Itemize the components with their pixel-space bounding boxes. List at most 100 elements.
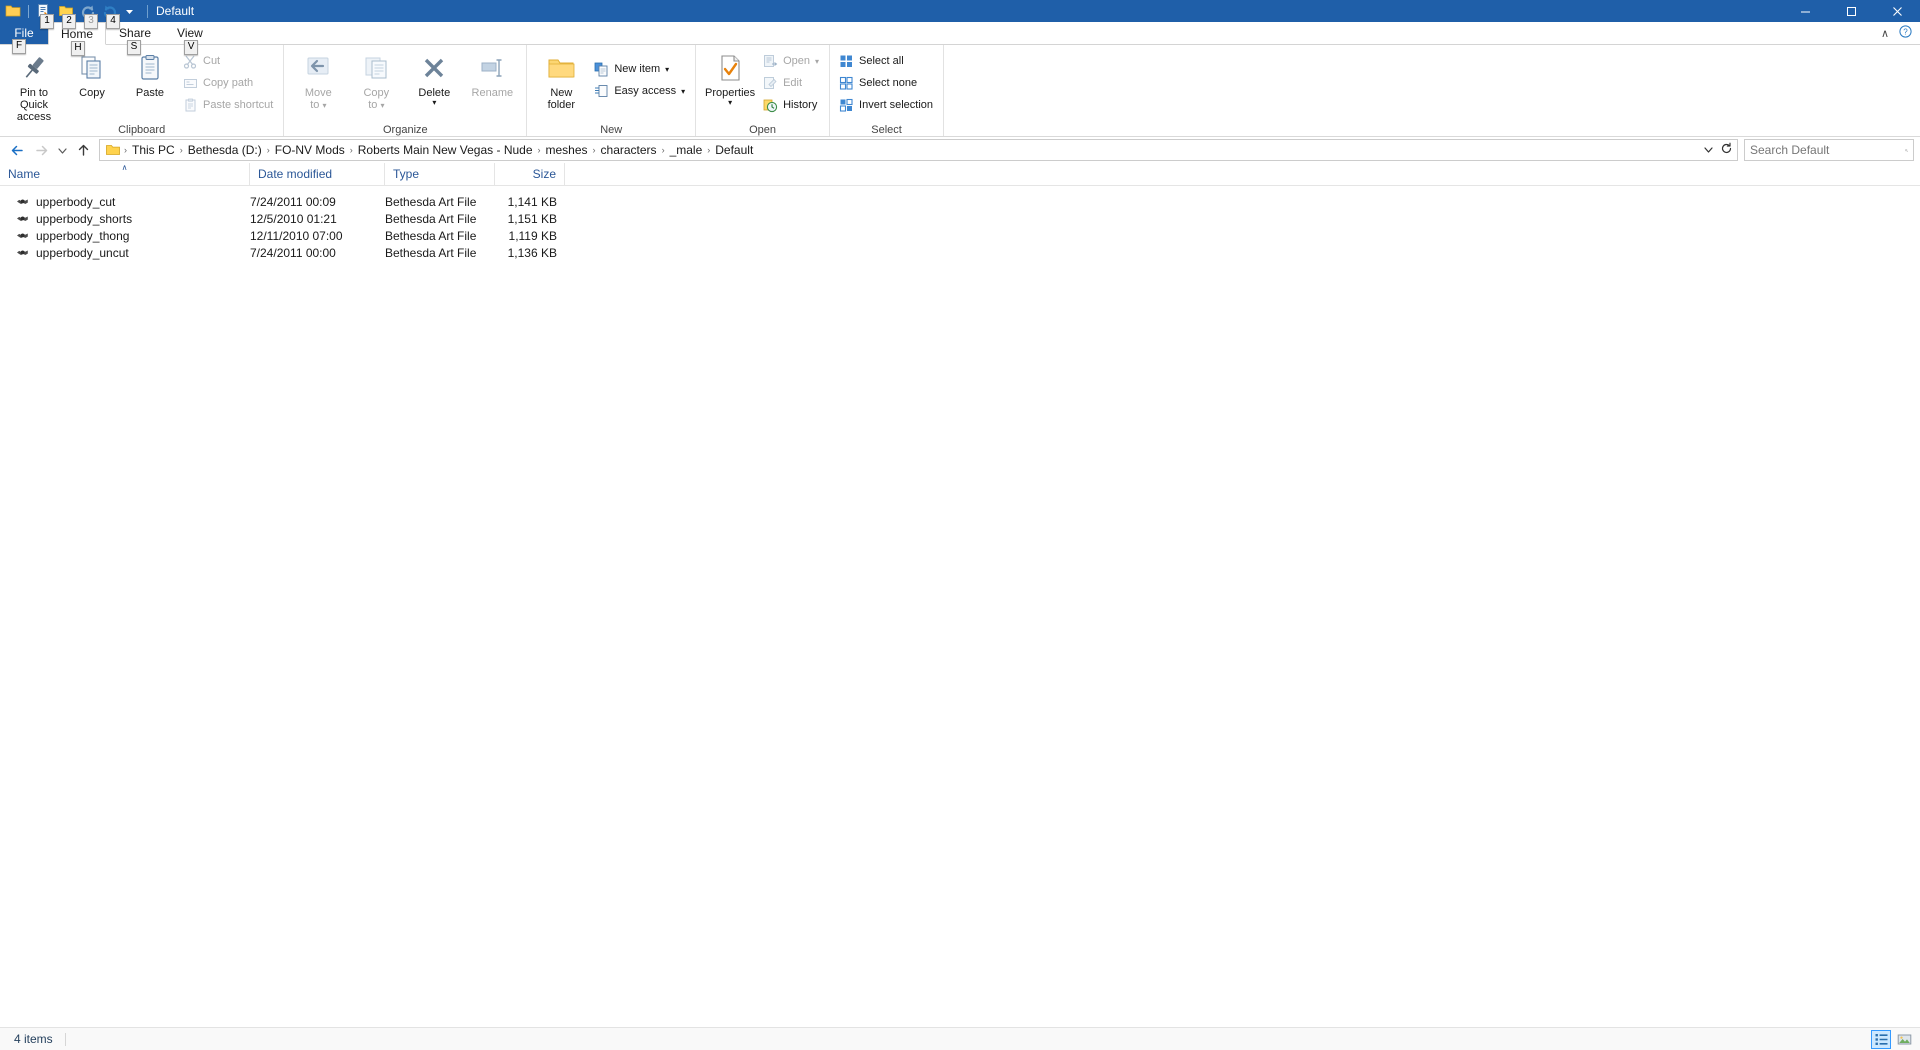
- search-input[interactable]: [1750, 143, 1905, 157]
- tab-file-label: File: [14, 25, 34, 40]
- new-small-buttons: New item ▾ Easy access ▾: [590, 48, 690, 102]
- ribbon-help-button[interactable]: ?: [1899, 25, 1912, 41]
- qat-customize-button[interactable]: [122, 1, 137, 21]
- search-box[interactable]: [1744, 139, 1914, 161]
- select-none-button[interactable]: Select none: [835, 72, 938, 94]
- invert-selection-button-label: Invert selection: [859, 99, 934, 111]
- column-header-size-label: Size: [532, 167, 556, 181]
- table-row[interactable]: upperbody_thong 12/11/2010 07:00 Bethesd…: [0, 227, 1920, 244]
- copy-to-dropdown-caret[interactable]: ▾: [380, 101, 384, 110]
- history-button[interactable]: History: [759, 94, 824, 116]
- copy-path-button[interactable]: Copy path: [179, 72, 278, 94]
- file-date-cell: 7/24/2011 00:09: [250, 194, 336, 209]
- maximize-button[interactable]: [1828, 0, 1874, 22]
- new-item-button[interactable]: New item ▾: [590, 58, 690, 80]
- address-dropdown-button[interactable]: [1699, 144, 1717, 157]
- move-to-dropdown-caret[interactable]: ▾: [322, 101, 326, 110]
- tab-view[interactable]: View V: [164, 21, 216, 55]
- paste-shortcut-button-label: Paste shortcut: [203, 99, 274, 111]
- refresh-icon: [1721, 142, 1731, 154]
- copy-to-line1: Copy: [363, 87, 390, 99]
- copy-to-button[interactable]: Copy to ▾: [347, 48, 405, 118]
- file-list[interactable]: upperbody_cut 7/24/2011 00:09 Bethesda A…: [0, 193, 1920, 1011]
- column-header-type-label: Type: [393, 167, 420, 181]
- rename-button[interactable]: Rename: [463, 48, 521, 118]
- table-row[interactable]: upperbody_shorts 12/5/2010 01:21 Bethesd…: [0, 210, 1920, 227]
- select-group-label: Select: [871, 123, 902, 136]
- open-button[interactable]: Open ▾: [759, 50, 824, 72]
- rename-icon: [477, 52, 507, 84]
- delete-button[interactable]: Delete ▾: [405, 48, 463, 118]
- close-button[interactable]: [1874, 0, 1920, 22]
- tab-home-keytip: H: [71, 41, 85, 56]
- ribbon-collapse-button[interactable]: ∧: [1881, 27, 1889, 40]
- paste-shortcut-button[interactable]: Paste shortcut: [179, 94, 278, 116]
- open-icon: [762, 53, 778, 69]
- qat-new-folder-button[interactable]: 2: [56, 1, 76, 29]
- up-button[interactable]: [72, 139, 94, 161]
- move-to-button[interactable]: Move to ▾: [289, 48, 347, 118]
- properties-button[interactable]: Properties ▾: [701, 48, 759, 118]
- explorer-icon-button[interactable]: [3, 1, 23, 21]
- column-header-date-modified[interactable]: Date modified: [250, 163, 385, 185]
- select-all-button[interactable]: Select all: [835, 50, 938, 72]
- easy-access-icon: [593, 83, 609, 99]
- new-folder-button[interactable]: New folder: [532, 48, 590, 118]
- column-header-type[interactable]: Type: [385, 163, 495, 185]
- breadcrumb-item-roberts-main[interactable]: Roberts Main New Vegas - Nude: [354, 143, 537, 157]
- refresh-button[interactable]: [1717, 142, 1735, 158]
- pin-to-quick-access-button[interactable]: Pin to Quick access: [5, 48, 63, 123]
- minimize-button[interactable]: [1782, 0, 1828, 22]
- close-icon: [1892, 6, 1902, 16]
- breadcrumb-item-male[interactable]: _male: [666, 143, 707, 157]
- edit-button[interactable]: Edit: [759, 72, 824, 94]
- table-row[interactable]: upperbody_cut 7/24/2011 00:09 Bethesda A…: [0, 193, 1920, 210]
- ribbon-group-open: Properties ▾ Open ▾ Edit History Open: [696, 45, 831, 136]
- qat-properties-button[interactable]: 1: [34, 1, 54, 29]
- open-dropdown-caret[interactable]: ▾: [815, 57, 819, 65]
- organize-group-label: Organize: [383, 123, 428, 136]
- new-item-dropdown-caret[interactable]: ▾: [665, 65, 669, 73]
- breadcrumb-item-meshes[interactable]: meshes: [542, 143, 592, 157]
- file-size-cell: 1,136 KB: [507, 245, 557, 260]
- large-icons-view-button[interactable]: [1894, 1030, 1914, 1049]
- file-size-cell: 1,151 KB: [507, 211, 557, 226]
- select-all-icon: [838, 53, 854, 69]
- back-button[interactable]: [6, 139, 28, 161]
- new-folder-line1: New: [550, 87, 573, 99]
- column-header-name[interactable]: ∧ Name: [0, 163, 250, 185]
- status-separator: [64, 1032, 66, 1046]
- nif-file-icon: [14, 245, 30, 261]
- window-controls: [1782, 0, 1920, 22]
- address-box[interactable]: › This PC › Bethesda (D:) › FO-NV Mods ›…: [99, 139, 1738, 161]
- copy-to-line2: to ▾: [366, 99, 386, 111]
- clipboard-small-buttons: Cut Copy path Paste shortcut: [179, 48, 278, 116]
- tab-view-keytip: V: [184, 40, 199, 55]
- file-type-cell: Bethesda Art File: [385, 211, 477, 226]
- invert-selection-button[interactable]: Invert selection: [835, 94, 938, 116]
- paste-button[interactable]: Paste: [121, 48, 179, 118]
- breadcrumb-item-default[interactable]: Default: [711, 143, 757, 157]
- easy-access-dropdown-caret[interactable]: ▾: [681, 87, 685, 95]
- clipboard-group-label: Clipboard: [118, 124, 166, 136]
- chevron-down-icon: [126, 9, 133, 14]
- copy-button[interactable]: Copy: [63, 48, 121, 118]
- ribbon-group-clipboard: Pin to Quick access Copy Paste Cut Copy …: [0, 45, 285, 136]
- breadcrumb-item-characters[interactable]: characters: [597, 143, 661, 157]
- details-view-button[interactable]: [1871, 1029, 1891, 1049]
- breadcrumb-item-bethesda-d[interactable]: Bethesda (D:): [184, 143, 266, 157]
- qat-redo-button[interactable]: 3: [78, 1, 98, 29]
- delete-dropdown-caret[interactable]: ▾: [432, 99, 436, 107]
- breadcrumb-item-fo-nv-mods[interactable]: FO-NV Mods: [271, 143, 349, 157]
- qat-undo-button[interactable]: 4: [100, 1, 120, 29]
- easy-access-button[interactable]: Easy access ▾: [590, 80, 690, 102]
- edit-icon: [762, 75, 778, 91]
- forward-button[interactable]: [30, 139, 52, 161]
- breadcrumb-item-this-pc[interactable]: This PC: [128, 143, 179, 157]
- table-row[interactable]: upperbody_uncut 7/24/2011 00:00 Bethesda…: [0, 244, 1920, 261]
- column-header-size[interactable]: Size: [495, 163, 565, 185]
- copy-to-line2-text: to: [368, 99, 378, 111]
- recent-locations-button[interactable]: [54, 139, 70, 161]
- properties-dropdown-caret[interactable]: ▾: [728, 99, 732, 107]
- tab-view-label: View: [177, 26, 203, 40]
